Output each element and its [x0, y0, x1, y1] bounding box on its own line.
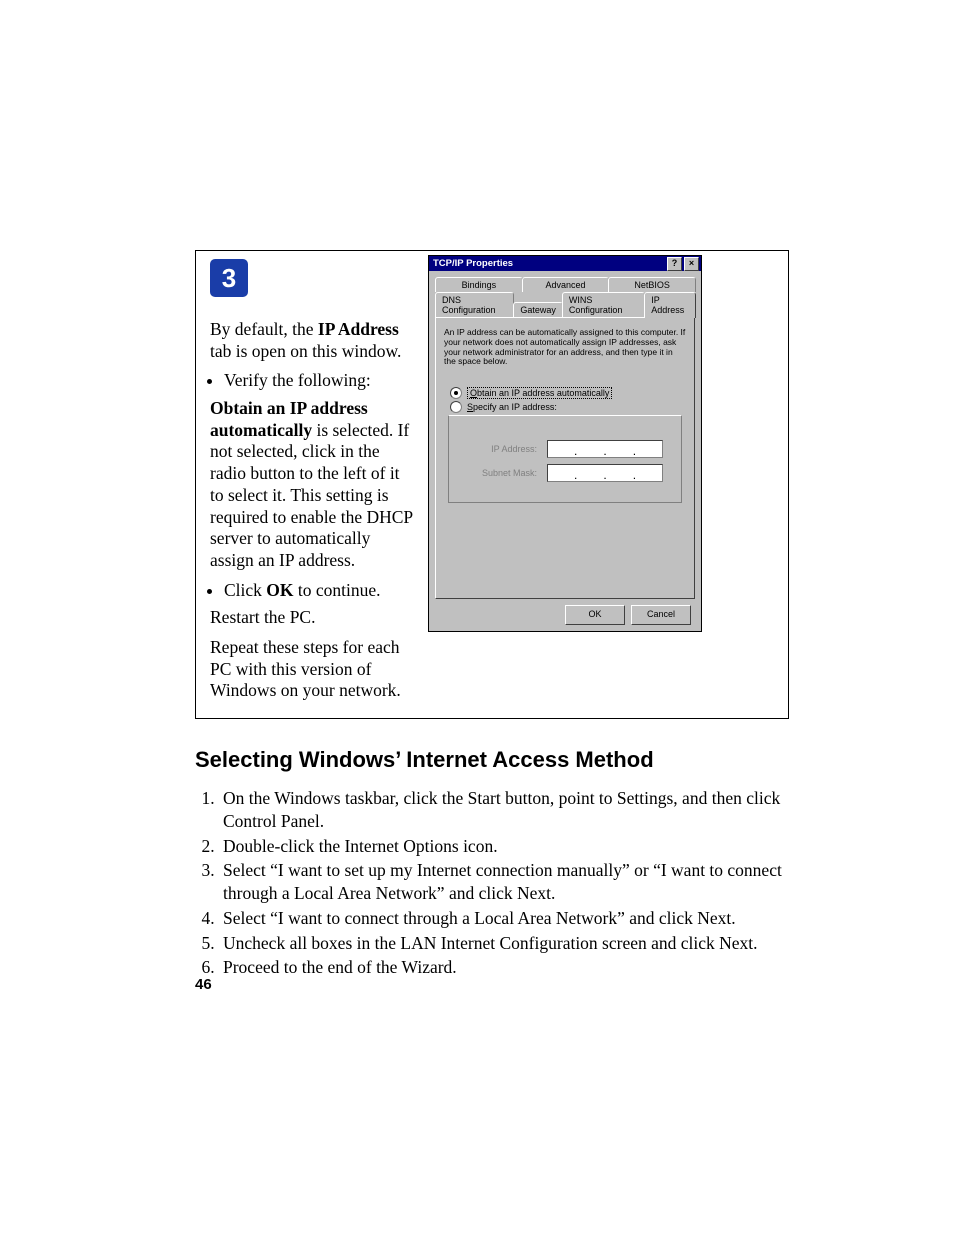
ip-seg-4[interactable]: [636, 441, 662, 457]
instruction-item: Select “I want to set up my Internet con…: [219, 859, 789, 905]
text: to continue.: [294, 580, 381, 600]
tab-description: An IP address can be automatically assig…: [444, 328, 686, 367]
text: By default, the: [210, 319, 318, 339]
ip-address-input[interactable]: . . .: [547, 440, 663, 458]
text: is selected. If not selected, click in t…: [210, 420, 413, 570]
text: Click: [224, 580, 266, 600]
page-number: 46: [195, 976, 212, 993]
ip-seg-1[interactable]: [548, 441, 574, 457]
mask-seg-2[interactable]: [577, 465, 603, 481]
tab-ip-address[interactable]: IP Address: [644, 292, 696, 318]
close-button[interactable]: ×: [684, 257, 699, 271]
instruction-item: Double-click the Internet Options icon.: [219, 835, 789, 858]
section-heading: Selecting Windows’ Internet Access Metho…: [195, 747, 789, 773]
step-box: 3 By default, the IP Address tab is open…: [195, 250, 789, 719]
instruction-list: On the Windows taskbar, click the Start …: [195, 787, 789, 979]
ip-address-label: IP Address:: [469, 444, 547, 454]
mask-seg-3[interactable]: [607, 465, 633, 481]
subnet-mask-label: Subnet Mask:: [469, 468, 547, 478]
obtain-ip-paragraph: Obtain an IP address automatically is se…: [210, 398, 414, 572]
mask-seg-1[interactable]: [548, 465, 574, 481]
intro-paragraph: By default, the IP Address tab is open o…: [210, 319, 414, 362]
dialog-title: TCP/IP Properties: [433, 258, 513, 269]
ok-bold: OK: [266, 580, 293, 600]
radio-specify-ip[interactable]: Specify an IP address:: [450, 401, 686, 413]
ip-seg-2[interactable]: [577, 441, 603, 457]
tab-gateway[interactable]: Gateway: [513, 302, 563, 317]
tab-panel-ip-address: An IP address can be automatically assig…: [435, 317, 695, 599]
tab-bindings[interactable]: Bindings: [435, 277, 523, 292]
radio-icon[interactable]: [450, 387, 462, 399]
ip-address-bold: IP Address: [318, 319, 399, 339]
step-number-badge: 3: [210, 259, 248, 297]
subnet-mask-input[interactable]: . . .: [547, 464, 663, 482]
ip-seg-3[interactable]: [607, 441, 633, 457]
bullet-click-ok: Click OK to continue.: [224, 580, 414, 602]
tabs-row-2: DNS Configuration Gateway WINS Configura…: [435, 292, 695, 317]
bullet-verify: Verify the following:: [224, 370, 414, 392]
restart-paragraph: Restart the PC.: [210, 607, 414, 629]
radio-obtain-auto-label: Obtain an IP address automatically: [467, 387, 612, 399]
cancel-button[interactable]: Cancel: [631, 605, 691, 625]
mask-seg-4[interactable]: [636, 465, 662, 481]
tab-netbios[interactable]: NetBIOS: [608, 277, 696, 292]
instruction-item: On the Windows taskbar, click the Start …: [219, 787, 789, 833]
ok-button[interactable]: OK: [565, 605, 625, 625]
tab-dns-configuration[interactable]: DNS Configuration: [435, 292, 514, 317]
ip-fieldset: IP Address: . . . Subnet Mask:: [448, 415, 682, 503]
tcpip-properties-dialog: TCP/IP Properties ? × Bindings Advanced …: [428, 255, 702, 632]
tab-wins-configuration[interactable]: WINS Configuration: [562, 292, 645, 317]
titlebar[interactable]: TCP/IP Properties ? ×: [429, 256, 701, 271]
radio-icon[interactable]: [450, 401, 462, 413]
tab-advanced[interactable]: Advanced: [522, 277, 610, 292]
help-button[interactable]: ?: [667, 257, 682, 271]
left-column: 3 By default, the IP Address tab is open…: [196, 251, 422, 718]
repeat-paragraph: Repeat these steps for each PC with this…: [210, 637, 414, 702]
instruction-item: Select “I want to connect through a Loca…: [219, 907, 789, 930]
instruction-item: Proceed to the end of the Wizard.: [219, 956, 789, 979]
instruction-item: Uncheck all boxes in the LAN Internet Co…: [219, 932, 789, 955]
radio-specify-ip-label: Specify an IP address:: [467, 402, 557, 412]
text: tab is open on this window.: [210, 341, 401, 361]
radio-obtain-auto[interactable]: Obtain an IP address automatically: [450, 387, 686, 399]
right-column: TCP/IP Properties ? × Bindings Advanced …: [422, 251, 788, 718]
tabs-row-1: Bindings Advanced NetBIOS: [435, 277, 695, 292]
